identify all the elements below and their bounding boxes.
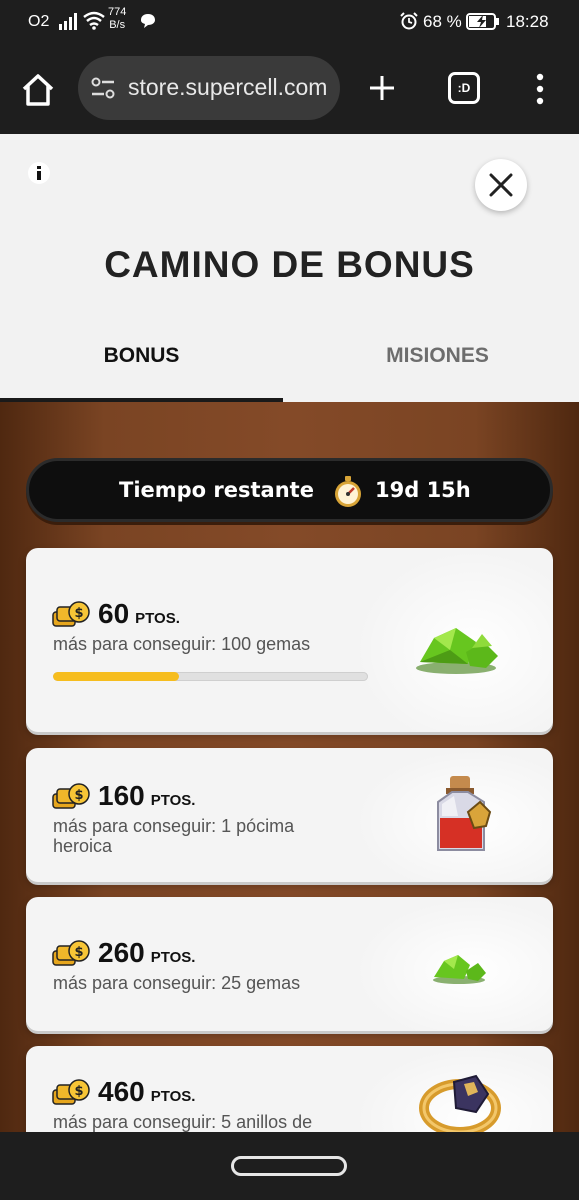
- site-settings-icon[interactable]: [90, 77, 116, 99]
- wifi-icon: [83, 11, 105, 30]
- alarm-icon: [400, 12, 418, 30]
- info-icon[interactable]: [28, 162, 50, 184]
- reward-card[interactable]: $ 260 PTOS. más para conseguir: 25 gemas: [26, 897, 553, 1031]
- clock: 18:28: [506, 12, 549, 31]
- svg-text:$: $: [74, 945, 83, 960]
- points-coins-icon: $: [52, 601, 90, 627]
- reward-points: 260 PTOS.: [98, 937, 195, 969]
- header-sheet: CAMINO DE BONUS BONUS MISIONES: [0, 134, 579, 403]
- stopwatch-icon: [335, 476, 361, 507]
- more-menu-icon[interactable]: [530, 72, 550, 106]
- address-bar[interactable]: store.supercell.com: [78, 56, 340, 120]
- time-remaining-banner: Tiempo restante 19d 15h: [26, 458, 553, 522]
- reward-card[interactable]: $ 60 PTOS. más para conseguir: 100 gemas: [26, 548, 553, 732]
- bonus-page: CAMINO DE BONUS BONUS MISIONES Tiempo re…: [0, 134, 579, 1132]
- tab-switcher-button[interactable]: :D: [448, 72, 480, 104]
- reward-description: más para conseguir: 1 pócima heroica: [53, 816, 295, 856]
- gesture-nav-bar: [0, 1132, 579, 1200]
- points-unit: PTOS.: [150, 949, 196, 966]
- home-gesture-handle[interactable]: [231, 1156, 347, 1176]
- points-value: 260: [98, 937, 145, 968]
- signal-icon: [59, 13, 77, 30]
- svg-text:$: $: [74, 788, 83, 803]
- reward-card[interactable]: $ 460 PTOS. más para conseguir: 5 anillos…: [26, 1046, 553, 1132]
- reward-progress-fill: [53, 672, 179, 681]
- reward-points: 160 PTOS.: [98, 780, 195, 812]
- browser-toolbar: store.supercell.com :D: [0, 44, 579, 134]
- page-title: CAMINO DE BONUS: [104, 244, 475, 285]
- time-remaining-value: 19d 15h: [375, 478, 471, 502]
- battery-percent: 68 %: [423, 12, 462, 31]
- close-button[interactable]: [475, 159, 527, 211]
- new-tab-icon[interactable]: [367, 73, 397, 103]
- points-value: 460: [98, 1076, 145, 1107]
- points-unit: PTOS.: [150, 792, 196, 809]
- status-bar: O2 774 B/s 68 % 18:28: [0, 0, 579, 44]
- tab-bonus[interactable]: BONUS: [0, 344, 283, 402]
- reward-description: más para conseguir: 100 gemas: [53, 634, 311, 654]
- reward-card[interactable]: $ 160 PTOS. más para conseguir: 1 pócima …: [26, 748, 553, 882]
- home-icon[interactable]: [20, 72, 56, 108]
- time-remaining-label: Tiempo restante: [119, 478, 314, 502]
- hero-potion-icon: [437, 776, 492, 851]
- points-coins-icon: $: [52, 1079, 90, 1105]
- points-unit: PTOS.: [150, 1088, 196, 1105]
- ring-icon: [419, 1074, 501, 1132]
- reward-points: 460 PTOS.: [98, 1076, 195, 1108]
- battery-charging-icon: [466, 13, 499, 30]
- reward-description: más para conseguir: 25 gemas: [53, 973, 301, 993]
- svg-text:$: $: [74, 1084, 83, 1099]
- network-speed-value: 774: [108, 6, 127, 18]
- reward-progress-bar: [53, 672, 368, 681]
- gems-small-icon: [433, 955, 486, 984]
- reward-points: 60 PTOS.: [98, 598, 180, 630]
- points-unit: PTOS.: [135, 610, 180, 627]
- points-coins-icon: $: [52, 940, 90, 966]
- network-speed: 774 B/s: [108, 6, 126, 32]
- points-coins-icon: $: [52, 783, 90, 809]
- network-speed-unit: B/s: [109, 19, 126, 31]
- points-value: 60: [98, 598, 130, 629]
- chat-notification-icon: [141, 14, 155, 28]
- url-text[interactable]: store.supercell.com: [128, 74, 327, 101]
- carrier-label: O2: [28, 13, 50, 30]
- points-value: 160: [98, 780, 145, 811]
- svg-text:$: $: [74, 606, 83, 621]
- tab-misiones[interactable]: MISIONES: [296, 344, 579, 402]
- reward-description: más para conseguir: 5 anillos de: [53, 1112, 313, 1132]
- gems-pile-icon: [416, 628, 498, 674]
